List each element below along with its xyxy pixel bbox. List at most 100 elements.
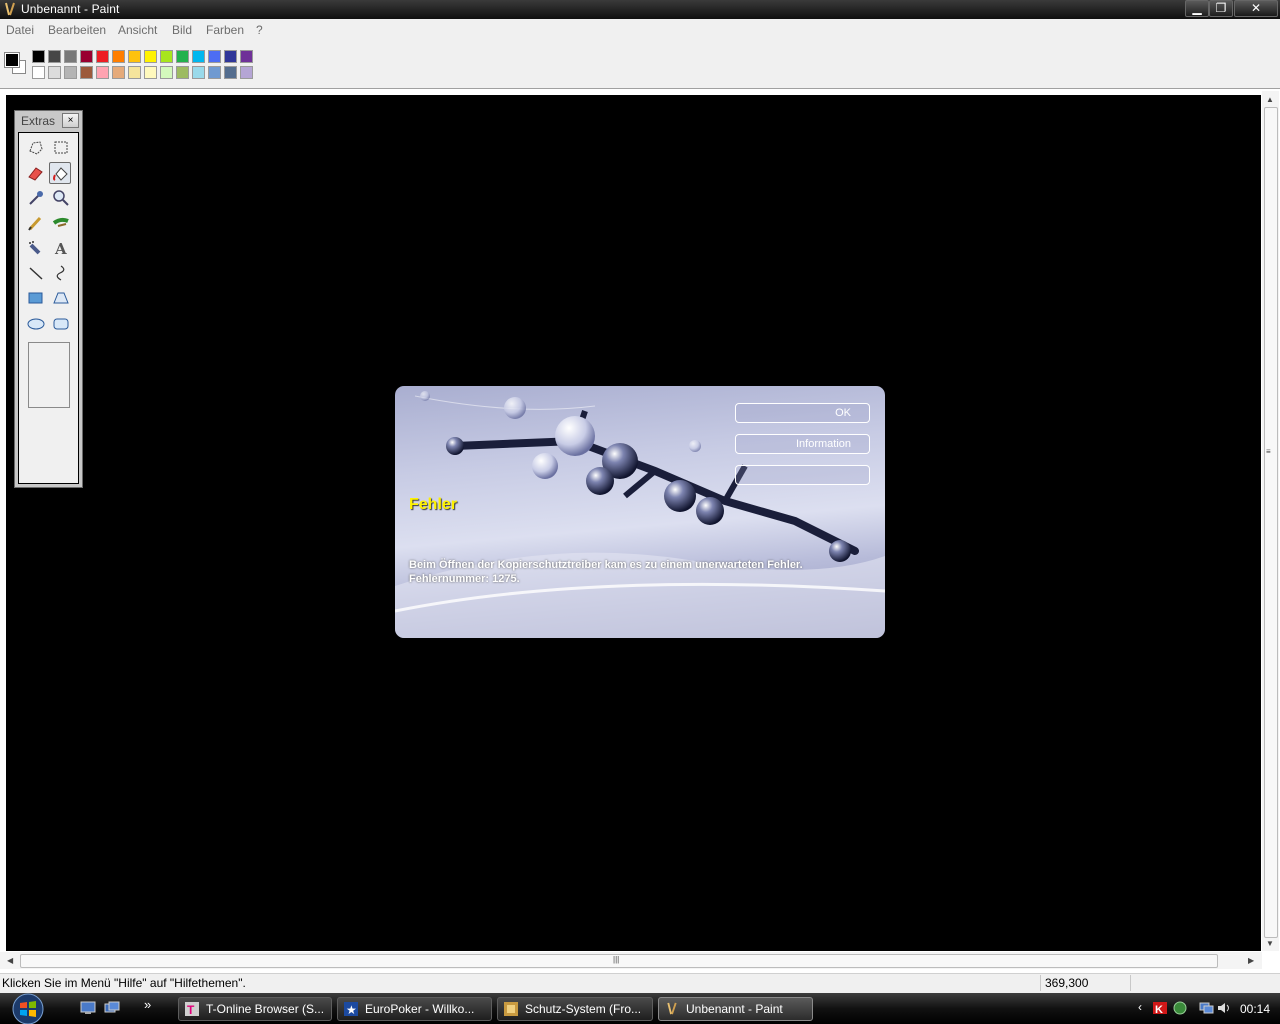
airbrush-tool[interactable] [25,237,47,259]
palette-swatch[interactable] [144,50,157,63]
svg-text:A: A [54,240,67,258]
palette-swatch[interactable] [224,66,237,79]
palette-swatch[interactable] [48,66,61,79]
start-button[interactable] [6,993,50,1024]
volume-tray-icon[interactable] [1216,1001,1232,1015]
palette-swatch[interactable] [240,50,253,63]
fill-tool[interactable] [49,162,71,184]
brush-icon [52,217,69,227]
taskbar-item-schutz-system[interactable]: Schutz-System (Fro... [497,997,653,1021]
menu-help[interactable]: ? [256,23,263,37]
palette-swatch[interactable] [208,50,221,63]
information-button[interactable]: Information [735,434,870,454]
curve-tool[interactable] [50,262,72,284]
palette-swatch[interactable] [32,50,45,63]
palette-swatch[interactable] [80,66,93,79]
palette-swatch[interactable] [192,50,205,63]
rounded-rectangle-tool[interactable] [50,312,72,334]
palette-swatch[interactable] [160,66,173,79]
horizontal-grip-icon: ||| [613,955,620,964]
fill-bucket-icon [53,167,68,181]
taskbar-item-tonline[interactable]: T T-Online Browser (S... [178,997,332,1021]
status-divider [1040,975,1041,991]
line-tool[interactable] [25,262,47,284]
text-tool[interactable]: A [50,237,72,259]
palette-swatch[interactable] [64,66,77,79]
palette-swatch[interactable] [48,50,61,63]
cursor-coordinates: 369,300 [1045,976,1089,990]
pencil-tool[interactable] [25,212,47,234]
connection-tray-icon[interactable] [1198,1001,1214,1015]
palette-swatch[interactable] [224,50,237,63]
palette-swatch[interactable] [144,66,157,79]
palette-swatch[interactable] [80,50,93,63]
text-icon: A [54,240,67,258]
palette-swatch[interactable] [128,66,141,79]
eraser-tool[interactable] [25,162,47,184]
menu-ansicht[interactable]: Ansicht [118,23,157,37]
taskbar-item-paint[interactable]: Unbenannt - Paint [658,997,813,1021]
curve-icon [56,265,65,281]
rectangle-icon [28,292,43,304]
color-palette-bar [0,40,1280,89]
quicklaunch-more[interactable]: » [144,997,151,1012]
error-dialog: Fehler Beim Öffnen der Kopierschutztreib… [395,386,885,638]
foreground-color[interactable] [4,52,20,68]
eyedropper-icon [29,191,43,205]
palette-swatch[interactable] [240,66,253,79]
rectangle-tool[interactable] [25,287,47,309]
ellipse-tool[interactable] [25,312,47,334]
palette-swatch[interactable] [160,50,173,63]
network-tray-icon[interactable] [1172,1001,1188,1015]
polygon-tool[interactable] [50,287,72,309]
color-picker-tool[interactable] [25,187,47,209]
palette-swatch[interactable] [176,50,189,63]
vertical-scroll-thumb[interactable] [1264,107,1278,938]
dialog-title: Fehler [409,496,458,513]
rect-select-tool[interactable] [50,137,72,159]
menu-farben[interactable]: Farben [206,23,244,37]
palette-swatch[interactable] [128,50,141,63]
line-icon [29,267,43,280]
window-title: Unbenannt - Paint [21,2,120,16]
free-select-tool[interactable] [25,137,47,159]
scroll-left-icon[interactable]: ◀ [7,956,13,965]
palette-swatch[interactable] [176,66,189,79]
palette-swatch[interactable] [96,66,109,79]
palette-swatch[interactable] [112,66,125,79]
minimize-button[interactable]: ▁ [1185,0,1209,17]
scroll-up-icon[interactable]: ▲ [1266,95,1274,104]
menu-bearbeiten[interactable]: Bearbeiten [48,23,106,37]
tonline-browser-icon: T [185,1002,199,1016]
magnifier-tool[interactable] [50,187,72,209]
palette-swatch[interactable] [192,66,205,79]
tray-expand-icon[interactable]: ‹ [1138,1000,1142,1014]
palette-swatch[interactable] [96,50,109,63]
palette-swatch[interactable] [64,50,77,63]
taskbar-item-europoker[interactable]: ★ EuroPoker - Willko... [337,997,492,1021]
brush-tool[interactable] [50,212,72,234]
magnifier-icon [53,190,69,206]
palette-swatch[interactable] [208,66,221,79]
maximize-button[interactable]: ❐ [1209,0,1233,17]
tool-options-box[interactable] [28,342,70,408]
scroll-right-icon[interactable]: ▶ [1248,956,1254,965]
ok-button[interactable]: OK [735,403,870,423]
close-button[interactable]: ✕ [1234,0,1278,17]
menu-datei[interactable]: Datei [6,23,34,37]
status-divider [1130,975,1131,991]
molecule-background-image [395,391,885,638]
antivirus-tray-icon[interactable]: K [1152,1001,1168,1015]
tools-close-button[interactable]: × [62,113,79,128]
scroll-down-icon[interactable]: ▼ [1266,939,1274,948]
close-icon: ✕ [1250,1,1262,15]
current-colors[interactable] [2,49,26,76]
blank-button[interactable] [735,465,870,485]
switch-windows-icon[interactable] [104,1001,120,1015]
palette-swatch[interactable] [112,50,125,63]
dialog-message: Beim Öffnen der Kopierschutztreiber kam … [409,559,803,585]
menu-bild[interactable]: Bild [172,23,192,37]
palette-swatch[interactable] [32,66,45,79]
show-desktop-icon[interactable] [80,1001,96,1015]
close-icon: × [67,115,74,126]
